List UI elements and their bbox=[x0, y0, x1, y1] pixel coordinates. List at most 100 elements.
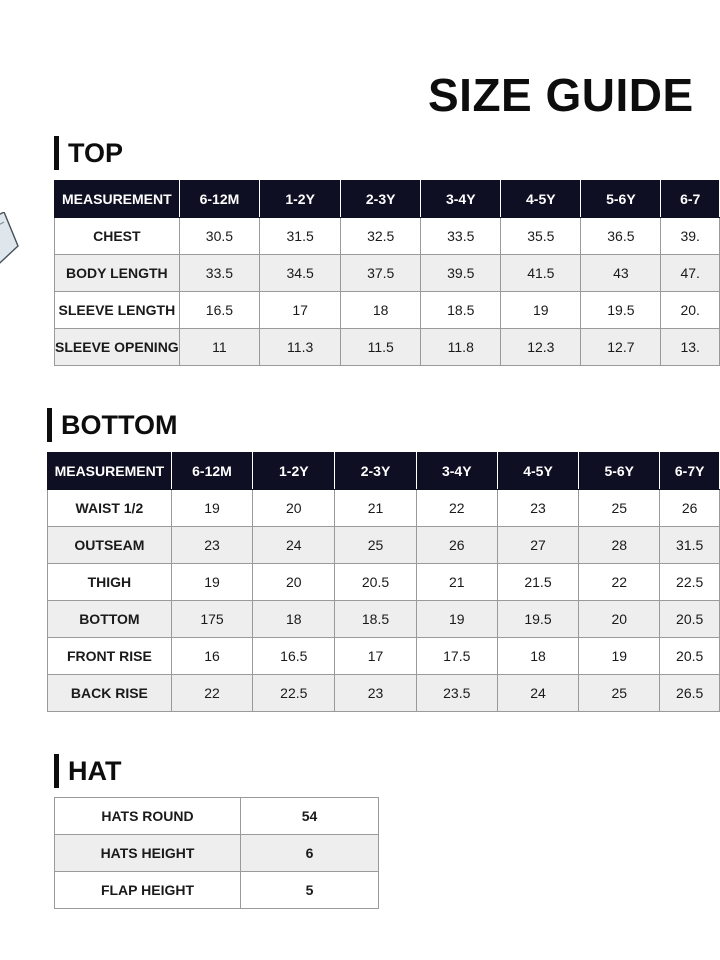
column-header-size: 6-12M bbox=[178, 180, 261, 218]
row-label: BOTTOM bbox=[47, 600, 172, 638]
table-cell: 22.5 bbox=[252, 674, 336, 712]
table-cell: 39.5 bbox=[420, 254, 502, 292]
bottom-table-header-row: MEASUREMENT 6-12M 1-2Y 2-3Y 3-4Y 4-5Y 5-6Y 6-7Y bbox=[47, 452, 720, 490]
row-label: BODY LENGTH bbox=[54, 254, 180, 292]
table-cell: 11.3 bbox=[259, 328, 342, 366]
column-header-measurement: MEASUREMENT bbox=[47, 452, 172, 490]
table-cell: 12.3 bbox=[500, 328, 582, 366]
table-cell: 23.5 bbox=[415, 674, 498, 712]
table-cell: 18 bbox=[496, 637, 580, 675]
table-row: SLEEVE LENGTH 16.5 17 18 18.5 19 19.5 20. bbox=[54, 291, 720, 329]
bottom-section-heading: BOTTOM bbox=[47, 408, 178, 442]
table-cell: 41.5 bbox=[500, 254, 582, 292]
table-cell: 30.5 bbox=[178, 217, 261, 255]
row-label: SLEEVE LENGTH bbox=[54, 291, 180, 329]
table-cell: 34.5 bbox=[259, 254, 342, 292]
table-cell: 39. bbox=[660, 217, 720, 255]
table-cell: 21.5 bbox=[496, 563, 580, 601]
row-label: THIGH bbox=[47, 563, 172, 601]
table-cell: 18 bbox=[252, 600, 336, 638]
column-header-size: 6-12M bbox=[170, 452, 254, 490]
table-row: HATS HEIGHT 6 bbox=[54, 834, 379, 872]
table-cell: 37.5 bbox=[340, 254, 422, 292]
table-cell: 16.5 bbox=[178, 291, 261, 329]
column-header-size: 4-5Y bbox=[496, 452, 580, 490]
row-label: SLEEVE OPENING bbox=[54, 328, 180, 366]
table-row: HATS ROUND 54 bbox=[54, 797, 379, 835]
column-header-size: 2-3Y bbox=[334, 452, 417, 490]
table-cell: 20.5 bbox=[334, 563, 417, 601]
table-cell: 22 bbox=[170, 674, 254, 712]
table-cell: 26 bbox=[415, 526, 498, 564]
table-cell: 19 bbox=[170, 489, 254, 527]
table-row: CHEST 30.5 31.5 32.5 33.5 35.5 36.5 39. bbox=[54, 217, 720, 255]
row-label: OUTSEAM bbox=[47, 526, 172, 564]
table-cell: 11 bbox=[178, 328, 261, 366]
table-row: SLEEVE OPENING 11 11.3 11.5 11.8 12.3 12.7 13. bbox=[54, 328, 720, 366]
row-label: BACK RISE bbox=[47, 674, 172, 712]
table-cell: 18 bbox=[340, 291, 422, 329]
table-cell: 28 bbox=[578, 526, 661, 564]
table-cell: 22.5 bbox=[659, 563, 720, 601]
table-cell: 18.5 bbox=[420, 291, 502, 329]
page-title: SIZE GUIDE bbox=[428, 69, 694, 121]
table-row: BOTTOM 175 18 18.5 19 19.5 20 20.5 bbox=[47, 600, 720, 638]
table-cell: 11.5 bbox=[340, 328, 422, 366]
table-cell: 25 bbox=[578, 489, 661, 527]
table-row: FLAP HEIGHT 5 bbox=[54, 871, 379, 909]
table-cell: 19 bbox=[415, 600, 498, 638]
table-row: WAIST 1/2 19 20 21 22 23 25 26 bbox=[47, 489, 720, 527]
table-cell: 43 bbox=[580, 254, 662, 292]
column-header-size: 5-6Y bbox=[580, 180, 662, 218]
hat-section-heading: HAT bbox=[54, 754, 122, 788]
row-label: CHEST bbox=[54, 217, 180, 255]
table-cell: 5 bbox=[240, 871, 379, 909]
table-cell: 19 bbox=[500, 291, 582, 329]
table-cell: 16.5 bbox=[252, 637, 336, 675]
table-cell: 36.5 bbox=[580, 217, 662, 255]
heading-accent-bar bbox=[54, 754, 59, 788]
table-cell: 19.5 bbox=[580, 291, 662, 329]
table-cell: 19 bbox=[578, 637, 661, 675]
table-cell: 27 bbox=[496, 526, 580, 564]
table-cell: 11.8 bbox=[420, 328, 502, 366]
table-cell: 13. bbox=[660, 328, 720, 366]
garment-illustration-fragment bbox=[0, 212, 19, 264]
table-cell: 23 bbox=[334, 674, 417, 712]
row-label: FRONT RISE bbox=[47, 637, 172, 675]
table-row: BACK RISE 22 22.5 23 23.5 24 25 26.5 bbox=[47, 674, 720, 712]
table-cell: 18.5 bbox=[334, 600, 417, 638]
hat-size-table: HATS ROUND 54 HATS HEIGHT 6 FLAP HEIGHT 5 bbox=[54, 797, 379, 909]
table-cell: 20 bbox=[252, 563, 336, 601]
bottom-table-wrap: MEASUREMENT 6-12M 1-2Y 2-3Y 3-4Y 4-5Y 5-6Y 6-7Y… bbox=[47, 452, 720, 712]
column-header-size: 2-3Y bbox=[340, 180, 422, 218]
table-cell: 24 bbox=[496, 674, 580, 712]
table-cell: 19 bbox=[170, 563, 254, 601]
column-header-size: 6-7 bbox=[660, 180, 720, 218]
table-row: OUTSEAM 23 24 25 26 27 28 31.5 bbox=[47, 526, 720, 564]
table-cell: 21 bbox=[334, 489, 417, 527]
table-row: THIGH 19 20 20.5 21 21.5 22 22.5 bbox=[47, 563, 720, 601]
table-cell: 175 bbox=[170, 600, 254, 638]
column-header-size: 6-7Y bbox=[659, 452, 720, 490]
heading-accent-bar bbox=[47, 408, 52, 442]
row-label: FLAP HEIGHT bbox=[54, 871, 241, 909]
top-table-header-row: MEASUREMENT 6-12M 1-2Y 2-3Y 3-4Y 4-5Y 5-6Y 6-7 bbox=[54, 180, 720, 218]
table-cell: 24 bbox=[252, 526, 336, 564]
table-cell: 26 bbox=[659, 489, 720, 527]
table-cell: 33.5 bbox=[178, 254, 261, 292]
top-size-table: MEASUREMENT 6-12M 1-2Y 2-3Y 3-4Y 4-5Y 5-6Y 6-7 … bbox=[54, 180, 720, 366]
table-row: BODY LENGTH 33.5 34.5 37.5 39.5 41.5 43 47. bbox=[54, 254, 720, 292]
table-cell: 31.5 bbox=[259, 217, 342, 255]
table-cell: 31.5 bbox=[659, 526, 720, 564]
table-cell: 6 bbox=[240, 834, 379, 872]
bottom-size-table: MEASUREMENT 6-12M 1-2Y 2-3Y 3-4Y 4-5Y 5-6Y 6-7Y… bbox=[47, 452, 720, 712]
table-row: FRONT RISE 16 16.5 17 17.5 18 19 20.5 bbox=[47, 637, 720, 675]
row-label: HATS HEIGHT bbox=[54, 834, 241, 872]
row-label: HATS ROUND bbox=[54, 797, 241, 835]
column-header-measurement: MEASUREMENT bbox=[54, 180, 180, 218]
top-section-heading: TOP bbox=[54, 136, 123, 170]
column-header-size: 1-2Y bbox=[259, 180, 342, 218]
top-table-wrap: MEASUREMENT 6-12M 1-2Y 2-3Y 3-4Y 4-5Y 5-6Y 6-7 … bbox=[54, 180, 720, 366]
table-cell: 26.5 bbox=[659, 674, 720, 712]
